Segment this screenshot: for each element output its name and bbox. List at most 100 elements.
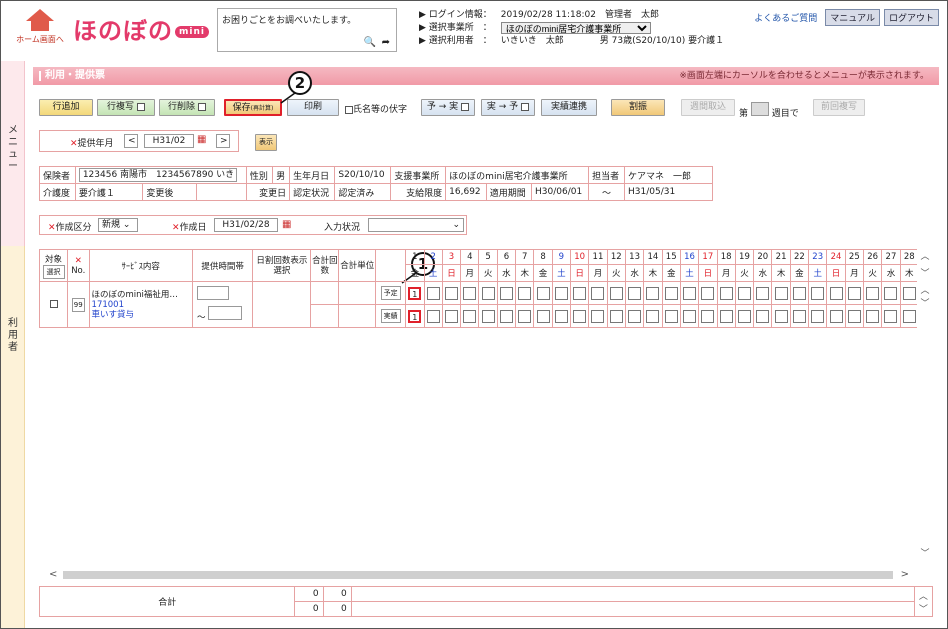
time-from-input[interactable] (196, 286, 229, 300)
scroll-down-icon[interactable]: ﹀ (917, 546, 933, 559)
service-code-link[interactable]: 171001 (92, 300, 124, 310)
plan-day-input[interactable] (774, 286, 788, 300)
actual-day-input[interactable] (866, 309, 880, 323)
actual-day-input[interactable] (591, 309, 605, 323)
row-delete-button[interactable]: 行削除 (159, 99, 215, 116)
grid-vertical-scrollbar[interactable]: ︿ ﹀ ︿ ﹀ ﹀ (917, 249, 933, 561)
plan-day-input[interactable] (628, 286, 642, 300)
kubun-select[interactable]: 新規 ⌄ (98, 218, 138, 232)
actual-day-input[interactable] (664, 309, 678, 323)
actual-day-input[interactable] (847, 309, 861, 323)
plan-day-input[interactable] (719, 286, 733, 300)
service-item-link[interactable]: 車いす貸与 (92, 310, 135, 320)
actual-day-input[interactable] (792, 309, 806, 323)
scroll-right-icon[interactable]: > (901, 569, 909, 580)
actual-day-input[interactable] (609, 309, 623, 323)
home-button[interactable]: ホーム画面へ (15, 9, 65, 49)
actual-button[interactable]: 実績 (380, 309, 401, 323)
actual-day-input[interactable] (481, 309, 495, 323)
row-copy-button[interactable]: 行複写 (97, 99, 155, 116)
plan-day-input[interactable] (829, 286, 843, 300)
faq-link[interactable]: よくあるご質問 (754, 11, 817, 24)
actual-day-input[interactable] (737, 309, 751, 323)
prev-month-button[interactable]: < (124, 134, 138, 148)
row-select-checkbox-cell[interactable] (39, 281, 68, 328)
actual-day-input[interactable] (536, 309, 550, 323)
plan-day-input[interactable] (444, 286, 458, 300)
actual-day-input[interactable]: 1 (408, 309, 422, 323)
search-icon[interactable]: 🔍 (364, 37, 376, 48)
plan-day-input[interactable] (792, 286, 806, 300)
weekly-fetch-button[interactable]: 週間取込 (681, 99, 735, 116)
actual-day-input[interactable] (573, 309, 587, 323)
actual-day-input[interactable] (884, 309, 898, 323)
plan-day-input[interactable] (664, 286, 678, 300)
date-input[interactable]: H31/02/28 (214, 218, 278, 232)
plan-day-input[interactable] (737, 286, 751, 300)
plan-day-input[interactable] (573, 286, 587, 300)
plan-day-input[interactable] (518, 286, 532, 300)
actual-day-input[interactable] (829, 309, 843, 323)
plan-day-input[interactable]: 1 (408, 286, 422, 300)
plan-day-input[interactable] (609, 286, 623, 300)
side-menu-tab[interactable]: メニュー (1, 61, 25, 246)
scroll-down-icon[interactable]: ﹀ (917, 296, 933, 309)
logout-button[interactable]: ログアウト (883, 9, 939, 26)
plan-button[interactable]: 予定 (380, 286, 401, 300)
actual-day-input[interactable] (518, 309, 532, 323)
side-user-tab[interactable]: 利用者 (1, 246, 25, 628)
week-input[interactable] (750, 102, 769, 116)
plan-day-input[interactable] (554, 286, 568, 300)
insurer-select[interactable]: 123456 南陽市 1234567890 いき (74, 166, 247, 184)
actual-day-input[interactable] (811, 309, 825, 323)
next-month-button[interactable]: > (216, 134, 230, 148)
scroll-down-icon[interactable]: ﹀ (917, 266, 933, 279)
grid-horizontal-scrollbar[interactable]: < > (39, 569, 919, 581)
plan-day-input[interactable] (591, 286, 605, 300)
plan-day-input[interactable] (756, 286, 770, 300)
actual-day-input[interactable] (902, 309, 916, 323)
plan-day-input[interactable] (902, 286, 916, 300)
actual-link-button[interactable]: 実績連携 (541, 99, 597, 116)
row-select-checkbox[interactable] (49, 300, 58, 308)
manual-button[interactable]: マニュアル (825, 9, 880, 26)
plan-day-input[interactable] (811, 286, 825, 300)
plan-day-input[interactable] (481, 286, 495, 300)
plan-day-input[interactable] (866, 286, 880, 300)
plan-day-input[interactable] (847, 286, 861, 300)
horizontal-scroll-thumb[interactable] (63, 571, 893, 579)
office-select[interactable]: ほのぼのmini居宅介護事業所 (500, 22, 651, 34)
show-button[interactable]: 表示 (255, 134, 277, 151)
select-all-button[interactable]: 選択 (42, 264, 65, 279)
help-search-box[interactable]: お困りごとをお調べいたします。 🔍 ➦ (217, 8, 397, 52)
actual-day-input[interactable] (499, 309, 513, 323)
calendar-icon[interactable]: ▦ (282, 219, 291, 230)
scroll-up-icon[interactable]: ︿ (917, 283, 933, 296)
total-scroll[interactable]: ︿ ﹀ (913, 586, 934, 617)
actual-day-input[interactable] (774, 309, 788, 323)
row-add-button[interactable]: 行追加 (39, 99, 93, 116)
actual-day-input[interactable] (628, 309, 642, 323)
actual-day-input[interactable] (426, 309, 440, 323)
plan-day-input[interactable] (683, 286, 697, 300)
actual-day-input[interactable] (683, 309, 697, 323)
actual-day-input[interactable] (444, 309, 458, 323)
plan-day-input[interactable] (463, 286, 477, 300)
prev-copy-button[interactable]: 前回複写 (813, 99, 865, 116)
actual-day-input[interactable] (554, 309, 568, 323)
input-status-select[interactable]: ⌄ (368, 218, 464, 232)
plan-day-input[interactable] (701, 286, 715, 300)
plan-day-input[interactable] (426, 286, 440, 300)
scroll-left-icon[interactable]: < (49, 569, 57, 580)
time-to-input[interactable] (208, 306, 243, 320)
scroll-up-icon[interactable]: ︿ (917, 249, 933, 262)
plan-day-input[interactable] (499, 286, 513, 300)
actual-day-input[interactable] (719, 309, 733, 323)
plan-day-input[interactable] (536, 286, 550, 300)
period-input[interactable]: H31/02 (144, 134, 194, 148)
actual-day-input[interactable] (701, 309, 715, 323)
plan-day-input[interactable] (884, 286, 898, 300)
actual-day-input[interactable] (756, 309, 770, 323)
actual-day-input[interactable] (646, 309, 660, 323)
calendar-icon[interactable]: ▦ (197, 134, 206, 145)
